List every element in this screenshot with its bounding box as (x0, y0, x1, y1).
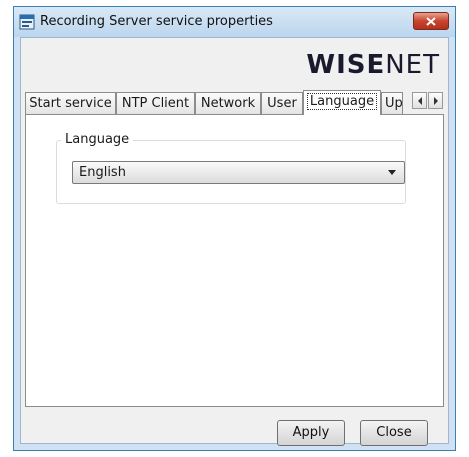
language-tab-panel: Language English (25, 114, 444, 407)
tab-scroll-left-button[interactable] (412, 92, 427, 109)
window-title: Recording Server service properties (40, 14, 273, 29)
window-close-button[interactable] (413, 12, 449, 30)
tab-scroll-right-button[interactable] (428, 92, 443, 109)
properties-dialog: Recording Server service properties WISE… (13, 6, 456, 451)
language-group-label: Language (61, 132, 134, 147)
title-bar[interactable]: Recording Server service properties (14, 7, 455, 37)
tab-strip: Start service NTP Client Network User La… (25, 90, 444, 115)
chevron-down-icon (388, 170, 396, 175)
tab-network[interactable]: Network (195, 92, 261, 114)
wisenet-logo: WISENET (306, 50, 440, 80)
arrow-right-icon (434, 97, 438, 105)
tab-start-service[interactable]: Start service (25, 92, 116, 114)
tab-update[interactable]: Up (381, 92, 403, 114)
language-group: Language English (56, 132, 406, 204)
app-icon (19, 14, 35, 30)
language-select-value: English (79, 165, 126, 180)
tab-user[interactable]: User (261, 92, 303, 114)
arrow-left-icon (418, 97, 422, 105)
tab-language[interactable]: Language (303, 90, 381, 115)
language-select[interactable]: English (72, 161, 405, 184)
tab-ntp-client[interactable]: NTP Client (116, 92, 195, 114)
close-icon (426, 17, 436, 26)
close-button[interactable]: Close (360, 420, 428, 446)
apply-button[interactable]: Apply (277, 420, 345, 446)
dialog-body: WISENET Start service NTP Client Network… (20, 37, 449, 446)
tab-scroll-arrows (412, 92, 444, 110)
